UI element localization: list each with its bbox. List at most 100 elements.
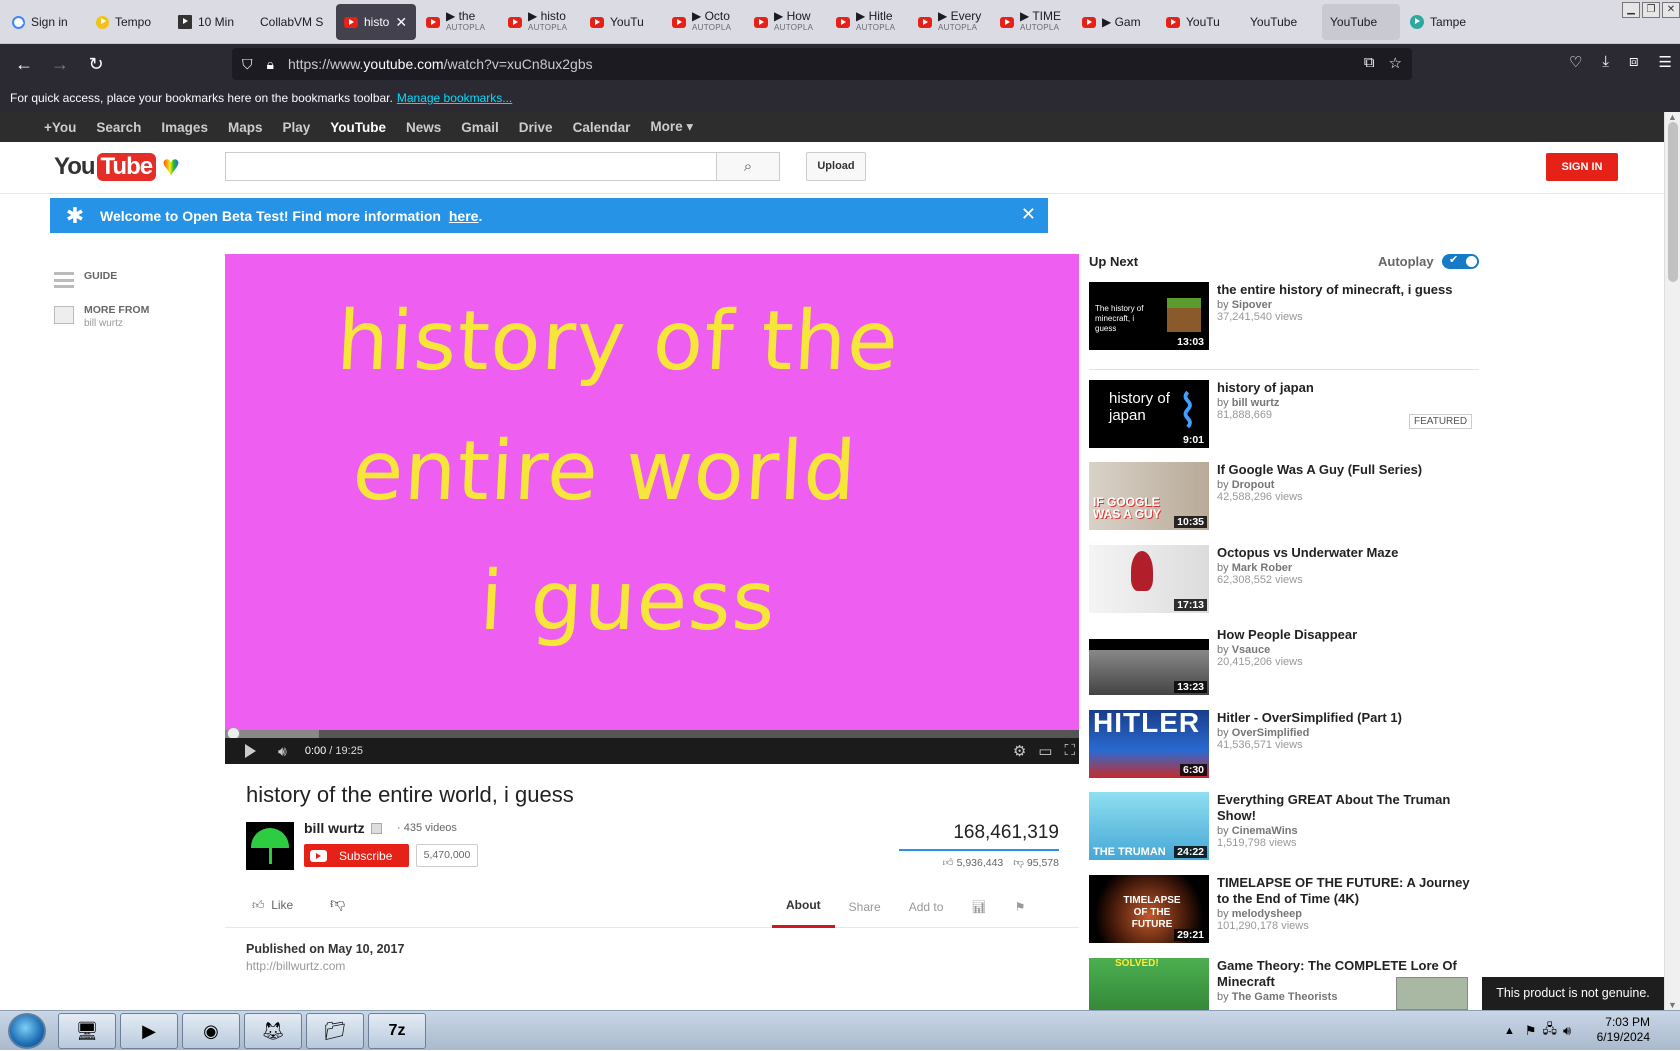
tray-volume-icon[interactable]: 🔊︎ <box>1563 1023 1571 1039</box>
browser-tab[interactable]: Tempo <box>88 4 168 40</box>
video-thumbnail[interactable]: IF GOOGLE WAS A GUY 10:35 <box>1089 462 1209 530</box>
up-next-title[interactable]: history of japan <box>1217 380 1479 396</box>
browser-tab[interactable]: ▶ Octo AUTOPLA <box>664 4 744 40</box>
gbar-item[interactable]: News <box>406 120 441 135</box>
scroll-down-icon[interactable]: ▼ <box>1668 1000 1677 1010</box>
video-frame[interactable]: history of the entire world i guess <box>225 254 1079 730</box>
manage-bookmarks-link[interactable]: Manage bookmarks... <box>397 91 512 105</box>
reload-button[interactable]: ↻ <box>78 54 114 75</box>
browser-tab[interactable]: ▶ the AUTOPLA <box>418 4 498 40</box>
browser-tab[interactable]: ▶ Hitle AUTOPLA <box>828 4 908 40</box>
banner-link[interactable]: here <box>449 208 479 224</box>
play-icon[interactable] <box>245 744 256 758</box>
lock-icon[interactable]: 🔒︎ <box>267 56 274 73</box>
up-next-title[interactable]: the entire history of minecraft, i guess <box>1217 282 1479 298</box>
browser-tab[interactable]: ▶ histo AUTOPLA <box>500 4 580 40</box>
menu-icon[interactable]: ☰ <box>1659 53 1672 71</box>
up-next-title[interactable]: How People Disappear <box>1217 627 1479 643</box>
tab-share[interactable]: Share <box>835 886 895 928</box>
gbar-item[interactable]: More ▾ <box>650 119 693 135</box>
restore-button[interactable]: ❐ <box>1642 2 1660 18</box>
browser-tab[interactable]: YouTu <box>582 4 662 40</box>
website-link[interactable]: http://billwurtz.com <box>246 959 345 973</box>
taskbar-computer-icon[interactable]: 🖥︎ <box>58 1013 116 1049</box>
picture-in-picture-icon[interactable]: ⧉ <box>1364 54 1375 72</box>
dislike-button[interactable]: 👎︎ <box>330 895 345 913</box>
gbar-item[interactable]: Calendar <box>573 120 631 135</box>
settings-gear-icon[interactable]: ⚙ <box>1013 742 1026 760</box>
gbar-item[interactable]: Gmail <box>461 120 499 135</box>
up-next-title[interactable]: Octopus vs Underwater Maze <box>1217 545 1479 561</box>
close-window-button[interactable]: ✕ <box>1662 2 1680 18</box>
video-thumbnail[interactable]: 17:13 <box>1089 545 1209 613</box>
video-thumbnail[interactable]: ⌇ history of japan 9:01 <box>1089 380 1209 448</box>
browser-tab[interactable]: Sign in <box>4 4 86 40</box>
page-scrollbar[interactable]: ▲ ▼ <box>1664 112 1680 1010</box>
gbar-item[interactable]: Search <box>96 120 141 135</box>
stats-icon[interactable]: 📊︎ <box>957 886 1000 928</box>
scroll-up-icon[interactable]: ▲ <box>1668 112 1677 122</box>
video-thumbnail[interactable]: The history of minecraft, i guess 13:03 <box>1089 282 1209 350</box>
up-next-channel[interactable]: Vsauce <box>1232 644 1271 656</box>
tray-flag-icon[interactable]: ⚑ <box>1525 1023 1537 1039</box>
taskbar-media-player-icon[interactable]: ▶ <box>120 1013 178 1049</box>
tray-network-icon[interactable]: 🖧︎ <box>1543 1020 1558 1042</box>
up-next-channel[interactable]: OverSimplified <box>1232 727 1310 739</box>
browser-tab[interactable]: YouTube <box>1242 4 1320 40</box>
download-icon[interactable]: ⤓ <box>1602 53 1609 71</box>
up-next-title[interactable]: Everything GREAT About The Truman Show! <box>1217 792 1479 824</box>
video-thumbnail[interactable]: TIMELAPSE OF THE FUTURE 29:21 <box>1089 875 1209 943</box>
video-thumbnail[interactable]: 13:23 <box>1089 627 1209 695</box>
pocket-icon[interactable]: ♡ <box>1569 53 1582 71</box>
up-next-channel[interactable]: CinemaWins <box>1232 825 1298 837</box>
close-tab-icon[interactable]: ✕ <box>395 14 407 31</box>
taskbar-firefox-icon[interactable]: 🦊︎ <box>244 1013 302 1049</box>
gbar-item[interactable]: YouTube <box>330 120 386 135</box>
back-button[interactable]: ← <box>6 54 42 75</box>
upload-button[interactable]: Upload <box>806 152 866 181</box>
taskbar-ie-icon[interactable]: ◉ <box>182 1013 240 1049</box>
gbar-item[interactable]: Images <box>161 120 208 135</box>
browser-tab[interactable]: histo ✕ <box>336 4 416 40</box>
subscribe-button[interactable]: Subscribe <box>304 844 409 867</box>
like-button[interactable]: 👍︎ Like <box>252 898 293 913</box>
channel-avatar[interactable] <box>246 822 294 870</box>
forward-button[interactable]: → <box>42 54 78 75</box>
search-button[interactable]: ⌕ <box>716 152 780 181</box>
up-next-title[interactable]: TIMELAPSE OF THE FUTURE: A Journey to th… <box>1217 875 1479 907</box>
start-button[interactable] <box>8 1013 46 1049</box>
browser-tab[interactable]: ▶ Gam <box>1074 4 1156 40</box>
browser-tab[interactable]: ▶ How AUTOPLA <box>746 4 826 40</box>
browser-tab[interactable]: YouTube <box>1322 4 1400 40</box>
up-next-channel[interactable]: bill wurtz <box>1232 397 1280 409</box>
tab-add-to[interactable]: Add to <box>895 886 958 928</box>
gbar-item[interactable]: Play <box>282 120 310 135</box>
fullscreen-icon[interactable]: ⛶ <box>1064 742 1075 760</box>
browser-tab[interactable]: YouTu <box>1158 4 1240 40</box>
extensions-icon[interactable]: ⧈ <box>1629 53 1639 71</box>
video-thumbnail[interactable]: THE TRUMAN 24:22 <box>1089 792 1209 860</box>
browser-tab[interactable]: ▶ Every AUTOPLA <box>910 4 990 40</box>
bookmark-star-icon[interactable]: ☆ <box>1389 54 1402 72</box>
up-next-channel[interactable]: Mark Rober <box>1232 562 1293 574</box>
channel-name[interactable]: bill wurtz <box>304 820 382 836</box>
youtube-logo[interactable]: You Tube ♥ <box>54 152 180 182</box>
gbar-item[interactable]: +You <box>44 120 76 135</box>
sign-in-button[interactable]: SIGN IN <box>1546 153 1618 181</box>
guide-button[interactable]: GUIDE <box>54 270 149 288</box>
url-bar[interactable]: ⛉ 🔒︎ https://www. youtube.com/watch?v=xuC… <box>232 48 1412 80</box>
small-widget[interactable] <box>1396 977 1468 1010</box>
flag-icon[interactable]: ⚑ <box>1001 886 1040 928</box>
browser-tab[interactable]: ▶ TIME AUTOPLA <box>992 4 1072 40</box>
shield-icon[interactable]: ⛉ <box>242 56 253 73</box>
gbar-item[interactable]: Drive <box>519 120 553 135</box>
up-next-channel[interactable]: Dropout <box>1232 479 1275 491</box>
browser-tab[interactable]: CollabVM S <box>252 4 334 40</box>
tray-expand-icon[interactable]: ▲ <box>1504 1025 1515 1037</box>
minimize-button[interactable]: ▁ <box>1622 2 1640 18</box>
up-next-channel[interactable]: The Game Theorists <box>1232 991 1338 1003</box>
autoplay-toggle[interactable]: ✔ <box>1442 254 1479 269</box>
gbar-item[interactable]: Maps <box>228 120 263 135</box>
video-player[interactable]: history of the entire world i guess 🔊︎ 0… <box>225 254 1079 764</box>
search-input[interactable] <box>225 152 717 181</box>
